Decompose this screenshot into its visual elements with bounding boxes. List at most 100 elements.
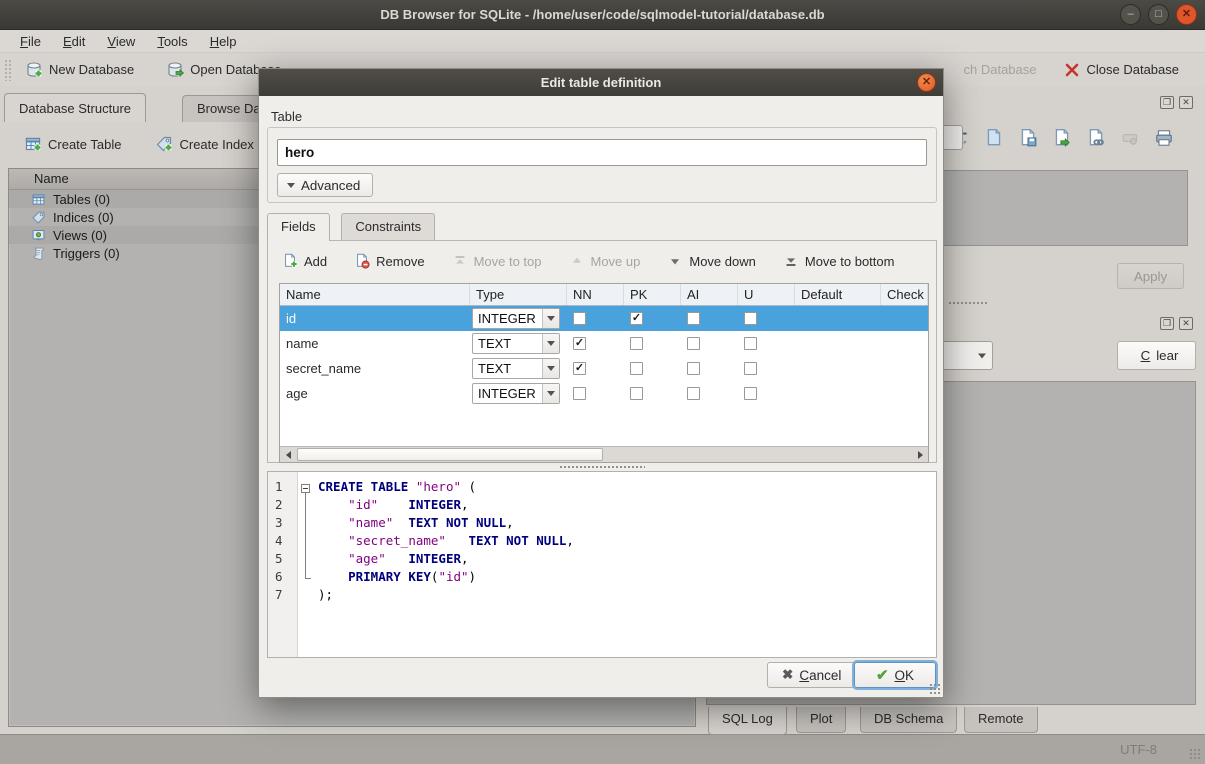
field-default-cell[interactable] bbox=[795, 356, 881, 381]
menu-edit[interactable]: Edit bbox=[53, 32, 95, 51]
dock-separator[interactable] bbox=[948, 301, 988, 305]
apply-button[interactable]: Apply bbox=[1117, 263, 1184, 289]
button-create-table[interactable]: Create Table bbox=[16, 131, 129, 157]
dialog-tab-constraints[interactable]: Constraints bbox=[341, 213, 435, 240]
action-add[interactable]: Add bbox=[282, 253, 327, 269]
column-header-nn[interactable]: NN bbox=[567, 284, 624, 305]
ai-checkbox[interactable] bbox=[687, 362, 700, 375]
toolbar-close-database[interactable]: Close Database bbox=[1055, 57, 1188, 83]
action-move-down[interactable]: Move down bbox=[667, 253, 755, 269]
tab-sql-log[interactable]: SQL Log bbox=[708, 707, 787, 735]
menu-view[interactable]: View bbox=[97, 32, 145, 51]
dialog-tab-fields[interactable]: Fields bbox=[267, 213, 330, 241]
toolbar-attach-database[interactable]: ch Database bbox=[956, 58, 1045, 81]
export-icon[interactable] bbox=[1052, 128, 1072, 148]
field-default-cell[interactable] bbox=[795, 306, 881, 331]
sql-preview-editor[interactable]: 1234567 CREATE TABLE "hero" ( "id" INTEG… bbox=[267, 471, 937, 658]
field-name-cell[interactable]: name bbox=[280, 331, 470, 356]
fold-collapse-icon[interactable] bbox=[301, 484, 310, 493]
menu-tools[interactable]: Tools bbox=[147, 32, 197, 51]
field-type-cell[interactable]: INTEGER bbox=[470, 306, 567, 331]
column-header-u[interactable]: U bbox=[738, 284, 795, 305]
pk-checkbox[interactable]: ✓ bbox=[630, 312, 643, 325]
field-check-cell[interactable] bbox=[881, 306, 928, 331]
field-row-id[interactable]: idINTEGER ✓ bbox=[280, 306, 928, 331]
field-check-cell[interactable] bbox=[881, 381, 928, 406]
fold-marker[interactable] bbox=[298, 569, 314, 587]
fold-marker[interactable] bbox=[298, 551, 314, 569]
column-header-pk[interactable]: PK bbox=[624, 284, 681, 305]
dialog-resize-grip[interactable] bbox=[929, 683, 940, 694]
clear-button[interactable]: Clear bbox=[1117, 341, 1196, 370]
column-header-check[interactable]: Check bbox=[881, 284, 928, 305]
fold-margin[interactable] bbox=[298, 472, 314, 657]
field-check-cell[interactable] bbox=[881, 331, 928, 356]
pk-checkbox[interactable] bbox=[630, 337, 643, 350]
column-header-default[interactable]: Default bbox=[795, 284, 881, 305]
splitter-handle[interactable] bbox=[559, 465, 645, 469]
action-remove[interactable]: Remove bbox=[354, 253, 424, 269]
scroll-left-icon[interactable] bbox=[280, 447, 296, 462]
column-header-name[interactable]: Name bbox=[280, 284, 470, 305]
field-type-cell[interactable]: TEXT bbox=[470, 356, 567, 381]
fold-marker[interactable] bbox=[298, 479, 314, 497]
field-row-name[interactable]: nameTEXT ✓ bbox=[280, 331, 928, 356]
menu-help[interactable]: Help bbox=[200, 32, 247, 51]
dock-float-icon[interactable]: ❐ bbox=[1160, 96, 1174, 109]
type-combobox[interactable]: TEXT bbox=[472, 333, 560, 354]
tab-database-structure[interactable]: Database Structure bbox=[4, 93, 146, 122]
ai-checkbox[interactable] bbox=[687, 387, 700, 400]
field-type-cell[interactable]: TEXT bbox=[470, 331, 567, 356]
nn-checkbox[interactable] bbox=[573, 312, 586, 325]
tab-db-schema[interactable]: DB Schema bbox=[860, 707, 957, 733]
fold-marker[interactable] bbox=[298, 533, 314, 551]
dialog-titlebar[interactable]: Edit table definition ✕ bbox=[259, 69, 943, 96]
action-move-up[interactable]: Move up bbox=[569, 253, 641, 269]
fold-marker[interactable] bbox=[298, 497, 314, 515]
u-checkbox[interactable] bbox=[744, 312, 757, 325]
type-combobox[interactable]: INTEGER bbox=[472, 308, 560, 329]
field-default-cell[interactable] bbox=[795, 381, 881, 406]
field-check-cell[interactable] bbox=[881, 356, 928, 381]
type-combobox[interactable]: INTEGER bbox=[472, 383, 560, 404]
nn-checkbox[interactable]: ✓ bbox=[573, 362, 586, 375]
open-file-icon[interactable] bbox=[984, 128, 1004, 148]
horizontal-scrollbar[interactable] bbox=[280, 446, 928, 462]
minimize-icon[interactable]: – bbox=[1120, 4, 1141, 25]
dock-float-icon[interactable]: ❐ bbox=[1160, 317, 1174, 330]
scroll-right-icon[interactable] bbox=[912, 447, 928, 462]
dock-close-icon[interactable]: ✕ bbox=[1179, 96, 1193, 109]
ai-checkbox[interactable] bbox=[687, 312, 700, 325]
tab-remote[interactable]: Remote bbox=[964, 707, 1038, 733]
chevron-down-icon[interactable] bbox=[542, 334, 559, 353]
column-header-ai[interactable]: AI bbox=[681, 284, 738, 305]
link-icon[interactable] bbox=[1086, 128, 1106, 148]
field-name-cell[interactable]: age bbox=[280, 381, 470, 406]
maximize-icon[interactable]: □ bbox=[1148, 4, 1169, 25]
ai-checkbox[interactable] bbox=[687, 337, 700, 350]
field-name-cell[interactable]: secret_name bbox=[280, 356, 470, 381]
field-row-secret_name[interactable]: secret_nameTEXT ✓ bbox=[280, 356, 928, 381]
fold-marker[interactable] bbox=[298, 515, 314, 533]
u-checkbox[interactable] bbox=[744, 362, 757, 375]
chevron-down-icon[interactable] bbox=[542, 359, 559, 378]
nn-checkbox[interactable]: ✓ bbox=[573, 337, 586, 350]
type-combobox[interactable]: TEXT bbox=[472, 358, 560, 379]
resize-grip[interactable] bbox=[1189, 748, 1201, 760]
ok-button[interactable]: ✔OK bbox=[854, 662, 936, 688]
pk-checkbox[interactable] bbox=[630, 387, 643, 400]
tab-plot[interactable]: Plot bbox=[796, 707, 846, 733]
field-name-cell[interactable]: id bbox=[280, 306, 470, 331]
table-name-input[interactable] bbox=[277, 139, 927, 166]
toolbar-grip[interactable] bbox=[4, 59, 11, 81]
field-type-cell[interactable]: INTEGER bbox=[470, 381, 567, 406]
chevron-down-icon[interactable] bbox=[542, 384, 559, 403]
action-move-to-bottom[interactable]: Move to bottom bbox=[783, 253, 895, 269]
field-default-cell[interactable] bbox=[795, 331, 881, 356]
print-icon[interactable] bbox=[1154, 128, 1174, 148]
menu-file[interactable]: File bbox=[10, 32, 51, 51]
button-create-index[interactable]: Create Index bbox=[147, 131, 261, 157]
field-row-age[interactable]: ageINTEGER bbox=[280, 381, 928, 406]
column-header-type[interactable]: Type bbox=[470, 284, 567, 305]
dock-close-icon[interactable]: ✕ bbox=[1179, 317, 1193, 330]
